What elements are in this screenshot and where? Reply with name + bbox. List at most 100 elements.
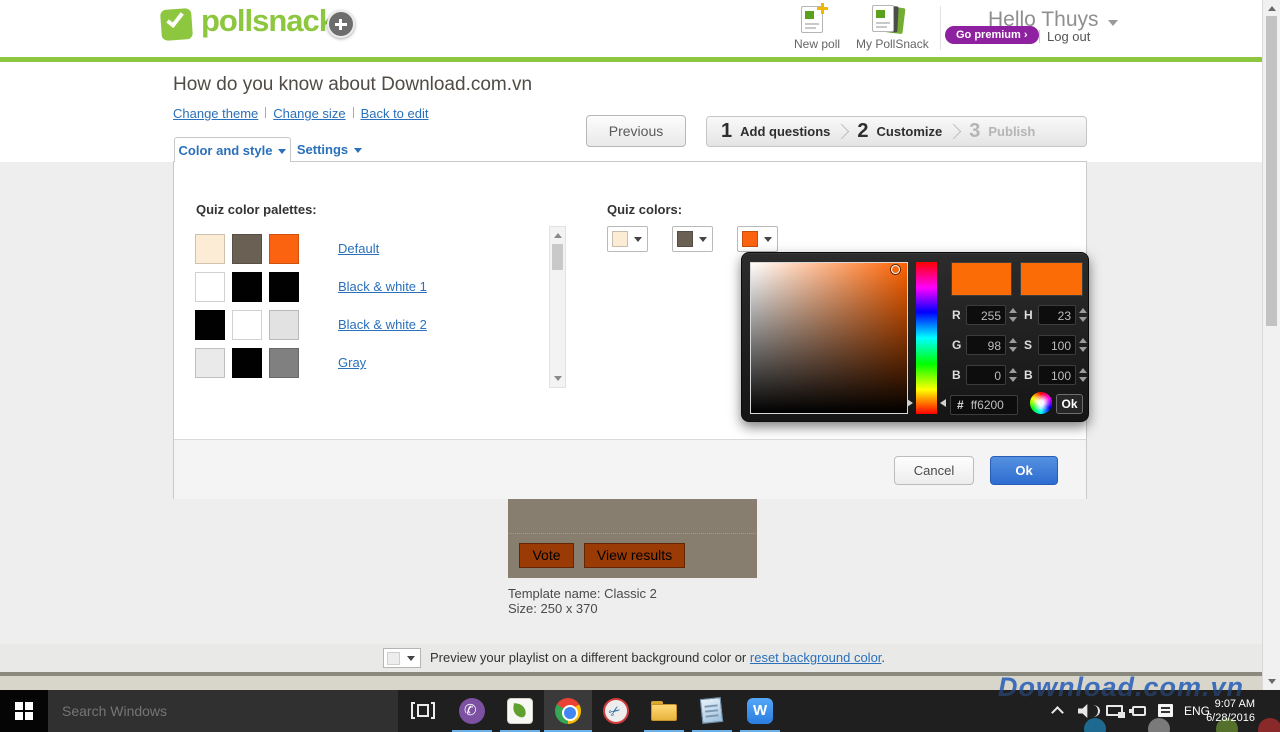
hex-input[interactable]: # ff6200: [950, 395, 1018, 415]
quiz-color-dropdown-1[interactable]: [607, 226, 648, 252]
speaker-wave-icon[interactable]: [1093, 705, 1100, 717]
color-wheel-icon[interactable]: [1030, 392, 1052, 414]
search-input[interactable]: [48, 690, 398, 732]
spinner-icon[interactable]: [1009, 338, 1017, 352]
step-customize[interactable]: 2 Customize: [857, 120, 942, 143]
palette-swatch: [269, 310, 299, 340]
taskbar-app-viber[interactable]: [448, 690, 496, 732]
palette-swatch: [232, 348, 262, 378]
tray-chevron-up-icon[interactable]: [1051, 706, 1064, 719]
screen: pollsnack New poll My PollSnack Hello Th…: [0, 0, 1280, 732]
logout-link[interactable]: Log out: [1047, 29, 1090, 44]
palette-swatch: [232, 272, 262, 302]
taskbar-app-chrome[interactable]: [544, 690, 592, 732]
go-premium-button[interactable]: Go premium ›: [945, 26, 1039, 44]
palette-link[interactable]: Black & white 2: [338, 317, 427, 332]
taskbar-app-notepad[interactable]: [688, 690, 736, 732]
hue-slider[interactable]: [916, 262, 937, 414]
cancel-button[interactable]: Cancel: [894, 456, 974, 485]
view-results-button[interactable]: View results: [584, 543, 685, 568]
scrollbar-thumb[interactable]: [1266, 16, 1277, 326]
browser-scrollbar[interactable]: [1262, 0, 1280, 690]
quiz-color-dropdown-2[interactable]: [672, 226, 713, 252]
spinner-icon[interactable]: [1009, 368, 1017, 382]
palette-link[interactable]: Black & white 1: [338, 279, 427, 294]
color-cursor[interactable]: [891, 265, 900, 274]
scroll-up-icon[interactable]: [554, 233, 562, 238]
color-picker-popup: R 255 H 23 G 98 S 100 B 0 B 100 #: [741, 252, 1089, 422]
step-add-questions[interactable]: 1 Add questions: [721, 120, 830, 143]
scroll-up-icon[interactable]: [1268, 6, 1276, 11]
brightness-input[interactable]: 100: [1038, 365, 1076, 385]
palette-link[interactable]: Default: [338, 241, 379, 256]
spinner-icon[interactable]: [1079, 308, 1087, 322]
scrollbar-thumb[interactable]: [552, 244, 563, 270]
network-icon[interactable]: [1106, 705, 1123, 716]
browser-page: pollsnack New poll My PollSnack Hello Th…: [0, 0, 1280, 690]
change-size-link[interactable]: Change size: [273, 106, 345, 121]
back-to-edit-link[interactable]: Back to edit: [361, 106, 429, 121]
start-button[interactable]: [0, 690, 48, 732]
change-theme-link[interactable]: Change theme: [173, 106, 258, 121]
my-pollsnack-label[interactable]: My PollSnack: [856, 37, 929, 51]
hue-input[interactable]: 23: [1038, 305, 1076, 325]
red-input[interactable]: 255: [966, 305, 1006, 325]
field-label-r: R: [952, 308, 961, 322]
hue-marker-right-icon[interactable]: [940, 399, 946, 407]
brand-accent-bar: [0, 57, 1262, 62]
chevron-right-icon: [946, 124, 962, 140]
action-center-icon[interactable]: [1158, 704, 1173, 717]
my-pollsnack-button[interactable]: [872, 5, 894, 32]
tab-color-and-style[interactable]: Color and style: [174, 137, 291, 162]
quiz-color-dropdown-3[interactable]: [737, 226, 778, 252]
speaker-icon[interactable]: [1078, 704, 1091, 718]
task-view-button[interactable]: [398, 690, 448, 732]
current-color-swatch: [951, 262, 1012, 296]
green-input[interactable]: 98: [966, 335, 1006, 355]
wps-writer-icon: [747, 698, 773, 724]
watermark-dot: [1084, 718, 1106, 732]
background-color-dropdown[interactable]: [383, 648, 421, 668]
scroll-down-icon[interactable]: [1268, 679, 1276, 684]
hue-marker-left-icon[interactable]: [907, 399, 913, 407]
palette-link[interactable]: Gray: [338, 355, 366, 370]
picker-ok-button[interactable]: Ok: [1056, 394, 1083, 414]
photo-editor-icon: [507, 698, 533, 724]
taskbar-app-file-explorer[interactable]: [640, 690, 688, 732]
spinner-icon[interactable]: [1079, 338, 1087, 352]
field-label-b: B: [952, 368, 961, 382]
field-label-g: G: [952, 338, 961, 352]
power-plug-icon[interactable]: [1132, 706, 1146, 716]
template-size: Size: 250 x 370: [508, 601, 598, 616]
spinner-icon[interactable]: [1079, 368, 1087, 382]
color-swatch: [742, 231, 758, 247]
palette-swatch: [232, 234, 262, 264]
add-poll-icon[interactable]: [327, 10, 355, 38]
vote-button[interactable]: Vote: [519, 543, 574, 568]
new-poll-button[interactable]: [801, 6, 823, 33]
tray-date: 6/28/2016: [1203, 711, 1255, 725]
poll-preview: Vote View results: [508, 499, 757, 578]
pollsnack-logo-icon[interactable]: [160, 8, 193, 41]
ok-button[interactable]: Ok: [990, 456, 1058, 485]
file-explorer-icon: [651, 698, 677, 724]
clock[interactable]: 9:07 AM 6/28/2016: [1203, 697, 1255, 725]
tray-time: 9:07 AM: [1203, 697, 1255, 711]
saturation-input[interactable]: 100: [1038, 335, 1076, 355]
blue-input[interactable]: 0: [966, 365, 1006, 385]
palette-list-scrollbar[interactable]: [549, 226, 566, 388]
taskbar-app-photo-editor[interactable]: [496, 690, 544, 732]
previous-button[interactable]: Previous: [586, 115, 686, 147]
spinner-icon[interactable]: [1009, 308, 1017, 322]
taskbar-app-wps-writer[interactable]: [736, 690, 784, 732]
scroll-down-icon[interactable]: [554, 376, 562, 381]
brand-title[interactable]: pollsnack: [201, 3, 335, 39]
taskbar-app-snipping-tool[interactable]: [592, 690, 640, 732]
saturation-brightness-area[interactable]: [750, 262, 908, 414]
caret-down-icon: [407, 656, 415, 661]
palette-swatch: [232, 310, 262, 340]
tab-settings[interactable]: Settings: [292, 137, 367, 162]
reset-background-link[interactable]: reset background color: [750, 650, 882, 665]
new-poll-label[interactable]: New poll: [794, 37, 840, 51]
task-view-icon: [411, 702, 415, 719]
